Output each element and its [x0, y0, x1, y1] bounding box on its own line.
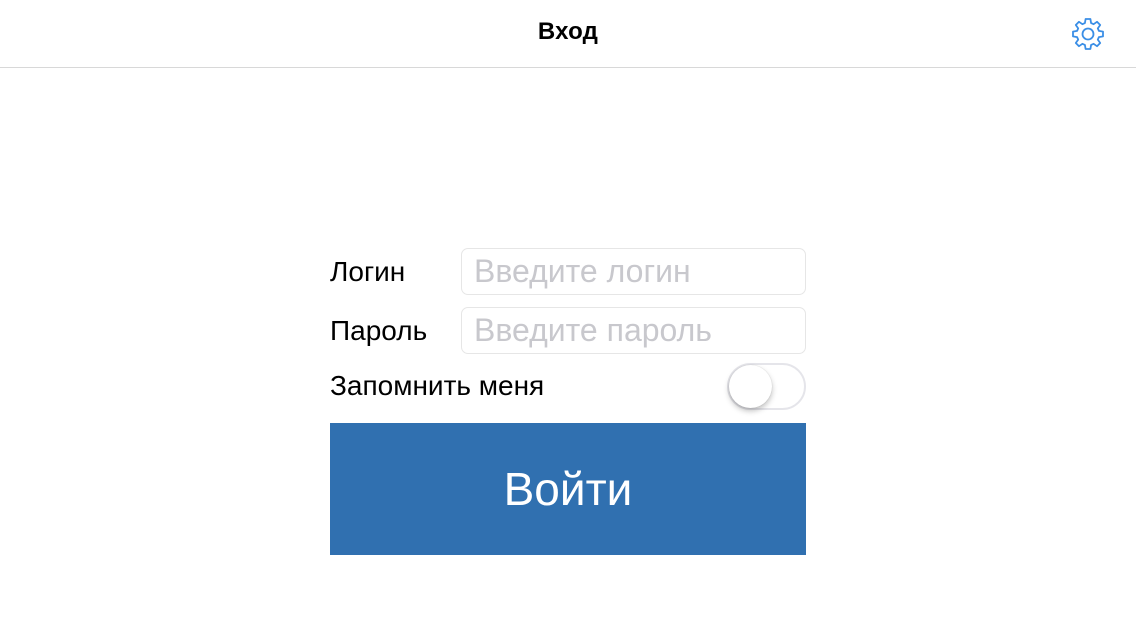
- toggle-knob: [729, 365, 772, 408]
- password-label: Пароль: [330, 315, 428, 346]
- password-field-box: [461, 307, 806, 354]
- remember-me-toggle[interactable]: [727, 363, 806, 410]
- login-field-box: [461, 248, 806, 295]
- login-button[interactable]: Войти: [330, 423, 806, 555]
- login-label: Логин: [330, 256, 406, 287]
- navigation-bar: Вход: [0, 0, 1136, 68]
- password-input[interactable]: [462, 308, 805, 353]
- settings-button[interactable]: [1068, 14, 1108, 54]
- remember-me-label: Запомнить меня: [330, 370, 545, 401]
- page-title: Вход: [537, 18, 599, 45]
- gear-icon: [1072, 18, 1104, 50]
- login-input[interactable]: [462, 249, 805, 294]
